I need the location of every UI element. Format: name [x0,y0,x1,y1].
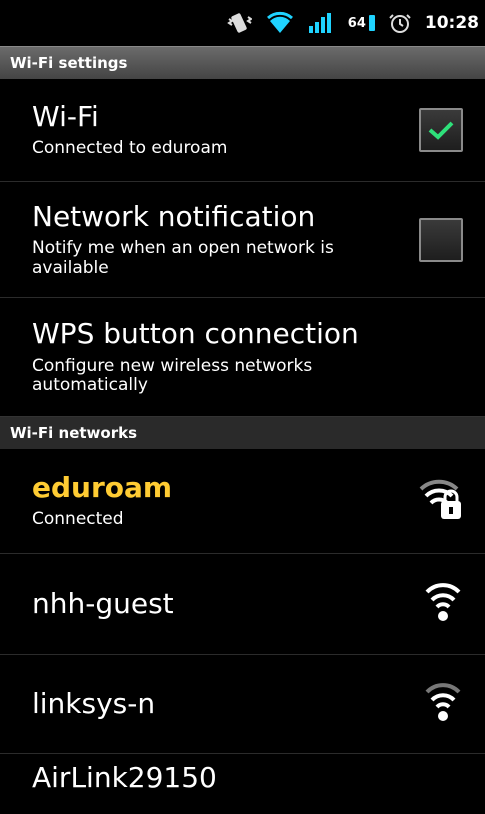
network-item-linksys-n[interactable]: linksys-n [0,655,485,754]
network-item-eduroam[interactable]: eduroam Connected [0,449,485,554]
wifi-signal-icon [425,683,461,721]
wifi-summary: Connected to eduroam [32,138,228,159]
network-name: linksys-n [32,686,156,720]
battery-icon: 64 [348,15,375,31]
clock: 10:28 [424,13,479,33]
network-notification-checkbox[interactable] [419,217,463,262]
wifi-signal-icon [425,583,461,621]
wifi-signal-icon [266,11,294,35]
wps-summary: Configure new wireless networks automati… [32,355,313,396]
network-notification-title: Network notification [32,199,316,233]
network-item-nhh-guest[interactable]: nhh-guest [0,554,485,655]
alarm-icon [389,12,411,34]
network-name: AirLink29150 [32,761,217,794]
wifi-networks-header: Wi-Fi networks [0,416,485,449]
wps-button-connection-row[interactable]: WPS button connection Configure new wire… [0,298,485,416]
network-name: eduroam [32,471,173,505]
network-status: Connected [32,509,124,530]
wifi-toggle-row[interactable]: Wi-Fi Connected to eduroam [0,79,485,182]
network-notification-summary: Notify me when an open network is availa… [32,238,334,278]
wifi-lock-icon [419,479,461,519]
battery-level: 64 [347,15,366,31]
network-name: nhh-guest [32,586,174,620]
network-notification-row[interactable]: Network notification Notify me when an o… [0,182,485,298]
wifi-checkbox[interactable] [419,108,463,152]
wifi-settings-header: Wi-Fi settings [0,46,485,79]
cell-signal-icon [308,11,334,35]
wifi-title: Wi-Fi [32,100,99,134]
wps-title: WPS button connection [32,317,359,351]
check-icon [428,121,454,140]
status-bar: 64 10:28 [0,0,485,46]
network-item-airlink29150[interactable]: AirLink29150 [0,754,485,814]
vibrate-icon [226,11,252,35]
